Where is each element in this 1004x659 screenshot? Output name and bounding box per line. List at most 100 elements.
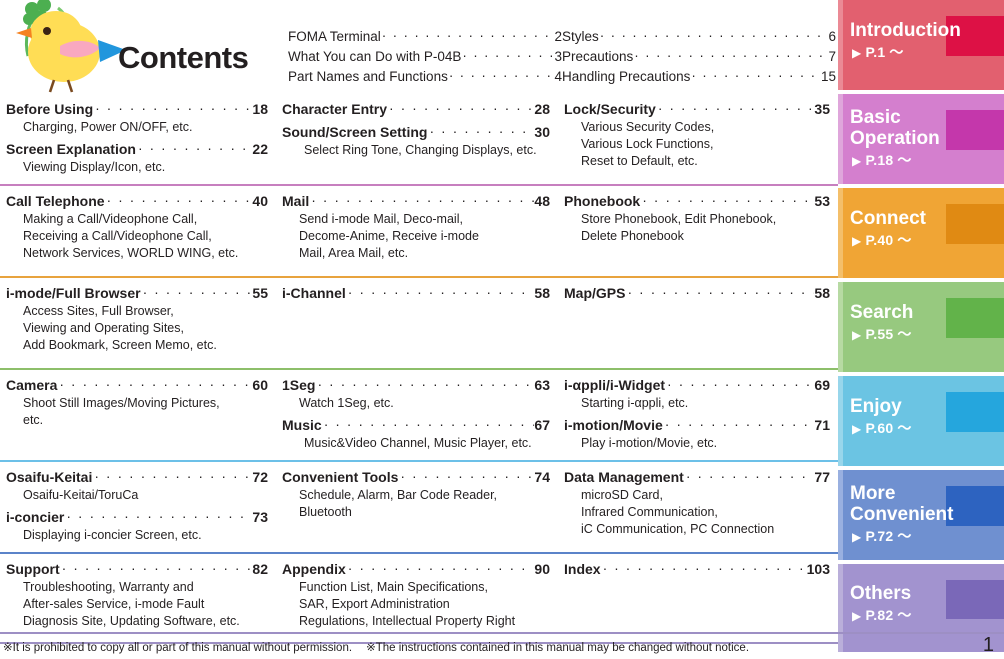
section-tab-connect[interactable]: Connect ▶ P.40 ～ (838, 188, 1004, 278)
contents-entry[interactable]: i-concier · · · · · · · · · · · · · · · ·… (6, 508, 268, 544)
contents-row-others: Support · · · · · · · · · · · · · · · · ·… (0, 554, 838, 642)
section-tab-search[interactable]: Search ▶ P.55 ～ (838, 282, 1004, 372)
header-toc-item[interactable]: FOMA Terminal · · · · · · · · · · · · · … (288, 27, 562, 47)
contents-cell: Mail · · · · · · · · · · · · · · · · · · … (276, 192, 558, 271)
header-toc-item[interactable]: Part Names and Functions · · · · · · · ·… (288, 67, 562, 87)
entry-label: Character Entry (282, 101, 388, 117)
entry-page: 60 (252, 377, 268, 393)
entry-label: Map/GPS (564, 285, 626, 301)
leader-dots: · · · · · · · · · · · · · · · · · · · · … (634, 48, 827, 63)
entry-label: Convenient Tools (282, 469, 399, 485)
tab-label: Others (838, 564, 1004, 604)
contents-entry[interactable]: i-motion/Movie · · · · · · · · · · · · · … (564, 416, 830, 452)
toc-label: Part Names and Functions (288, 69, 448, 84)
footer-note-right: ※The instructions contained in this manu… (366, 642, 750, 654)
contents-rows: Before Using · · · · · · · · · · · · · · … (0, 94, 838, 644)
play-triangle-icon: ▶ (852, 328, 862, 342)
entry-label: i-mode/Full Browser (6, 285, 141, 301)
entry-subtitle: Troubleshooting, Warranty and (23, 580, 194, 594)
entry-line: i-concier · · · · · · · · · · · · · · · ·… (6, 508, 268, 527)
tab-label-line: Operation (850, 128, 940, 149)
contents-entry[interactable]: Before Using · · · · · · · · · · · · · · … (6, 100, 268, 136)
entry-subtitle: Network Services, WORLD WING, etc. (23, 246, 239, 260)
tab-label-line: Others (850, 583, 912, 604)
section-tab-column: Introduction ▶ P.1 ～ Basic Operation ▶ P.18 … (838, 0, 1004, 652)
entry-label: Screen Explanation (6, 141, 136, 157)
toc-page: 7 (828, 49, 836, 64)
contents-entry[interactable]: i-Channel · · · · · · · · · · · · · · · ·… (282, 284, 550, 303)
contents-entry[interactable]: Mail · · · · · · · · · · · · · · · · · · … (282, 192, 550, 262)
contents-entry[interactable]: Screen Explanation· · · · · · · · · · · … (6, 140, 268, 176)
contents-entry[interactable]: Character Entry · · · · · · · · · · · · ·… (282, 100, 550, 119)
contents-entry[interactable]: Lock/Security · · · · · · · · · · · · · ·… (564, 100, 830, 170)
entry-line: i-Channel · · · · · · · · · · · · · · · ·… (282, 284, 550, 303)
contents-entry[interactable]: Music · · · · · · · · · · · · · · · · · ·… (282, 416, 550, 452)
contents-entry[interactable]: Phonebook· · · · · · · · · · · · · · · ·… (564, 192, 830, 245)
entry-subtitle: Viewing and Operating Sites, (23, 321, 184, 335)
contents-entry[interactable]: Camera · · · · · · · · · · · · · · · · · … (6, 376, 268, 429)
section-tab-introduction[interactable]: Introduction ▶ P.1 ～ (838, 0, 1004, 90)
leader-dots: · · · · · · · · · · · · · · · · · · · · … (323, 416, 535, 432)
contents-entry[interactable]: Index · · · · · · · · · · · · · · · · · ·… (564, 560, 830, 579)
toc-page: 15 (820, 69, 836, 84)
entry-line: Support · · · · · · · · · · · · · · · · ·… (6, 560, 268, 579)
entry-page: 28 (534, 101, 550, 117)
header-toc-item[interactable]: Handling Precautions · · · · · · · · · ·… (562, 67, 836, 87)
page-title: Contents (118, 40, 249, 75)
section-tab-more-convenient[interactable]: More Convenient ▶ P.72 ～ (838, 470, 1004, 560)
toc-label: Precautions (562, 49, 634, 64)
entry-subtitle: Send i-mode Mail, Deco-mail, (299, 212, 463, 226)
contents-entry[interactable]: i-αppli/i-Widget · · · · · · · · · · · · … (564, 376, 830, 412)
contents-entry[interactable]: Osaifu-Keitai · · · · · · · · · · · · · ·… (6, 468, 268, 504)
contents-entry[interactable]: Appendix · · · · · · · · · · · · · · · · … (282, 560, 550, 630)
contents-entry[interactable]: Map/GPS· · · · · · · · · · · · · · · · ·… (564, 284, 830, 303)
entry-line: Call Telephone · · · · · · · · · · · · · … (6, 192, 268, 211)
contents-entry[interactable]: 1Seg · · · · · · · · · · · · · · · · · · … (282, 376, 550, 412)
entry-page: 77 (814, 469, 830, 485)
header-toc-item[interactable]: Styles · · · · · · · · · · · · · · · · ·… (562, 27, 836, 47)
toc-page: 3 (554, 49, 562, 64)
entry-line: Phonebook· · · · · · · · · · · · · · · ·… (564, 192, 830, 211)
entry-label: Sound/Screen Setting (282, 124, 428, 140)
entry-label: Lock/Security (564, 101, 656, 117)
entry-page: 53 (814, 193, 830, 209)
entry-page: 40 (252, 193, 268, 209)
toc-label: Handling Precautions (562, 69, 691, 84)
entry-label: i-motion/Movie (564, 417, 663, 433)
tab-label: Introduction (838, 0, 1004, 41)
section-tab-basic-operation[interactable]: Basic Operation ▶ P.18 ～ (838, 94, 1004, 184)
entry-label: Before Using (6, 101, 94, 117)
contents-entry[interactable]: Sound/Screen Setting· · · · · · · · · · … (282, 123, 550, 159)
section-tab-enjoy[interactable]: Enjoy ▶ P.60 ～ (838, 376, 1004, 466)
entry-label: Osaifu-Keitai (6, 469, 93, 485)
footer-divider (0, 632, 1004, 634)
contents-row-basic-operation: Before Using · · · · · · · · · · · · · · … (0, 94, 838, 184)
play-triangle-icon: ▶ (852, 46, 862, 60)
entry-subtitle: Shoot Still Images/Moving Pictures, (23, 396, 220, 410)
entry-subtitle: Delete Phonebook (581, 229, 684, 243)
contents-entry[interactable]: Convenient Tools · · · · · · · · · · · · … (282, 468, 550, 521)
entry-subtitle: Osaifu-Keitai/ToruCa (23, 488, 139, 502)
entry-subtitle: Schedule, Alarm, Bar Code Reader, (299, 488, 498, 502)
entry-subtitle: SAR, Export Administration (299, 597, 450, 611)
contents-entry[interactable]: Call Telephone · · · · · · · · · · · · · … (6, 192, 268, 262)
entry-subtitle: etc. (23, 413, 44, 427)
header-toc-column-2: Styles · · · · · · · · · · · · · · · · ·… (562, 27, 836, 87)
entry-label: Music (282, 417, 322, 433)
entry-page: 82 (252, 561, 268, 577)
leader-dots: · · · · · · · · · · · · · · · · · · · · … (347, 560, 535, 576)
header-toc-item[interactable]: Precautions · · · · · · · · · · · · · · … (562, 47, 836, 67)
entry-label: Call Telephone (6, 193, 105, 209)
entry-line: Osaifu-Keitai · · · · · · · · · · · · · ·… (6, 468, 268, 487)
contents-entry[interactable]: Data Management· · · · · · · · · · · · ·… (564, 468, 830, 538)
entry-label: Mail (282, 193, 310, 209)
entry-label: Index (564, 561, 601, 577)
header-toc-item[interactable]: What You can Do with P-04B · · · · · · ·… (288, 47, 562, 67)
contents-entry[interactable]: Support · · · · · · · · · · · · · · · · ·… (6, 560, 268, 630)
contents-cell: i-mode/Full Browser· · · · · · · · · · ·… (0, 284, 276, 363)
entry-subtitle: Play i-motion/Movie, etc. (581, 436, 718, 450)
contents-entry[interactable]: i-mode/Full Browser· · · · · · · · · · ·… (6, 284, 268, 354)
entry-subtitle: Receiving a Call/Videophone Call, (23, 229, 212, 243)
entry-subtitle: Making a Call/Videophone Call, (23, 212, 198, 226)
contents-cell: Lock/Security · · · · · · · · · · · · · ·… (558, 100, 838, 179)
